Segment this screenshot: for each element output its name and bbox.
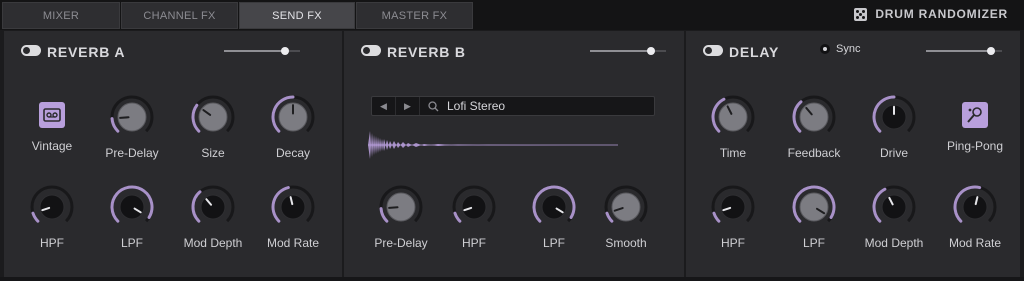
knob-graphic[interactable] xyxy=(271,185,315,229)
brand[interactable]: DRUM RANDOMIZER xyxy=(854,7,1008,21)
knob-graphic[interactable] xyxy=(604,185,648,229)
delay-hpf-label: HPF xyxy=(721,236,745,250)
delay-mode-button[interactable]: Ping-Pong xyxy=(930,99,1020,153)
knob-graphic[interactable] xyxy=(711,95,755,139)
delay-header: DELAY Sync xyxy=(686,31,1020,71)
delay-time-knob[interactable]: Time xyxy=(688,95,778,160)
delay-power-toggle[interactable] xyxy=(703,45,723,56)
sync-radio-icon[interactable] xyxy=(820,44,830,54)
knob-graphic[interactable] xyxy=(110,95,154,139)
tab-master-fx[interactable]: MASTER FX xyxy=(356,2,473,29)
reverb-a-pre-delay-knob[interactable]: Pre-Delay xyxy=(87,95,177,160)
sync-label: Sync xyxy=(836,43,861,55)
knob-graphic[interactable] xyxy=(271,95,315,139)
reverb-a-lpf-knob[interactable]: LPF xyxy=(87,185,177,250)
knob-graphic[interactable] xyxy=(191,185,235,229)
reverb-a-send-slider[interactable] xyxy=(224,47,300,55)
knob-graphic[interactable] xyxy=(953,185,997,229)
reverb-a-mod-depth-knob[interactable]: Mod Depth xyxy=(168,185,258,250)
knob-graphic[interactable] xyxy=(110,185,154,229)
reverb-a-decay-label: Decay xyxy=(275,146,310,160)
delay-time-label: Time xyxy=(719,146,747,160)
reverb-a-size-label: Size xyxy=(201,146,225,160)
tape-icon[interactable] xyxy=(39,102,65,128)
reverb-a-hpf-knob[interactable]: HPF xyxy=(7,185,97,250)
delay-feedback-knob[interactable]: Feedback xyxy=(769,95,859,160)
impulse-waveform xyxy=(368,131,618,159)
reverb-b-power-toggle[interactable] xyxy=(361,45,381,56)
reverb-a-pre-delay-label: Pre-Delay xyxy=(105,146,159,160)
delay-send-slider[interactable] xyxy=(926,47,1002,55)
knob-graphic[interactable] xyxy=(872,185,916,229)
delay-drive-label: Drive xyxy=(879,146,908,160)
sync-toggle[interactable]: Sync xyxy=(820,43,860,55)
reverb-a-title: REVERB A xyxy=(47,44,126,60)
reverb-a-mod-rate-knob[interactable]: Mod Rate xyxy=(248,185,338,250)
tab-send-fx[interactable]: SEND FX xyxy=(239,2,355,29)
reverb-a-mod-depth-label: Mod Depth xyxy=(183,236,243,250)
dice-icon[interactable] xyxy=(854,7,868,21)
reverb-a-decay-knob[interactable]: Decay xyxy=(248,95,338,160)
knob-graphic[interactable] xyxy=(792,185,836,229)
knob-graphic[interactable] xyxy=(379,185,423,229)
knob-graphic[interactable] xyxy=(872,95,916,139)
preset-next-button[interactable]: ▶ xyxy=(396,97,420,115)
delay-mode-label: Ping-Pong xyxy=(946,139,1004,153)
reverb-b-title: REVERB B xyxy=(387,44,466,60)
preset-prev-button[interactable]: ◀ xyxy=(372,97,396,115)
reverb-b-header: REVERB B xyxy=(344,31,684,71)
delay-mod-depth-knob[interactable]: Mod Depth xyxy=(849,185,939,250)
preset-selector[interactable]: ◀ ▶ Lofi Stereo xyxy=(371,96,655,116)
delay-panel: DELAY Sync Time Feedback Drive Ping-Pong… xyxy=(686,31,1020,277)
knob-graphic[interactable] xyxy=(452,185,496,229)
delay-mod-rate-label: Mod Rate xyxy=(948,236,1002,250)
knob-graphic[interactable] xyxy=(711,185,755,229)
reverb-b-hpf-label: HPF xyxy=(462,236,486,250)
reverb-a-size-knob[interactable]: Size xyxy=(168,95,258,160)
ping-pong-icon[interactable] xyxy=(962,102,988,128)
reverb-b-send-slider[interactable] xyxy=(590,47,666,55)
delay-mod-rate-knob[interactable]: Mod Rate xyxy=(930,185,1020,250)
delay-lpf-label: LPF xyxy=(802,236,825,250)
reverb-a-power-toggle[interactable] xyxy=(21,45,41,56)
knob-graphic[interactable] xyxy=(30,185,74,229)
reverb-b-smooth-label: Smooth xyxy=(605,236,647,250)
reverb-b-panel: REVERB B ◀ ▶ Lofi Stereo Pre-Delay HPF L… xyxy=(344,31,684,277)
delay-lpf-knob[interactable]: LPF xyxy=(769,185,859,250)
reverb-a-hpf-label: HPF xyxy=(40,236,64,250)
brand-label: DRUM RANDOMIZER xyxy=(875,7,1008,21)
bottom-strip xyxy=(0,277,1024,281)
tab-mixer[interactable]: MIXER xyxy=(2,2,120,29)
delay-feedback-label: Feedback xyxy=(787,146,841,160)
reverb-a-mode-button[interactable]: Vintage xyxy=(7,99,97,153)
reverb-a-mod-rate-label: Mod Rate xyxy=(266,236,320,250)
reverb-a-mode-label: Vintage xyxy=(31,139,73,153)
reverb-a-lpf-label: LPF xyxy=(120,236,143,250)
reverb-a-panel: REVERB A Vintage Pre-Delay Size Decay HP… xyxy=(4,31,342,277)
knob-graphic[interactable] xyxy=(191,95,235,139)
knob-graphic[interactable] xyxy=(792,95,836,139)
reverb-a-header: REVERB A xyxy=(4,31,342,71)
reverb-b-smooth-knob[interactable]: Smooth xyxy=(581,185,671,250)
top-bar: MIXER CHANNEL FX SEND FX MASTER FX DRUM … xyxy=(0,0,1024,30)
delay-drive-knob[interactable]: Drive xyxy=(849,95,939,160)
delay-hpf-knob[interactable]: HPF xyxy=(688,185,778,250)
preset-name: Lofi Stereo xyxy=(447,99,506,113)
delay-mod-depth-label: Mod Depth xyxy=(864,236,924,250)
search-icon[interactable] xyxy=(428,100,439,112)
reverb-b-hpf-knob[interactable]: HPF xyxy=(429,185,519,250)
tab-channel-fx[interactable]: CHANNEL FX xyxy=(121,2,238,29)
delay-title: DELAY xyxy=(729,44,780,60)
knob-graphic[interactable] xyxy=(532,185,576,229)
